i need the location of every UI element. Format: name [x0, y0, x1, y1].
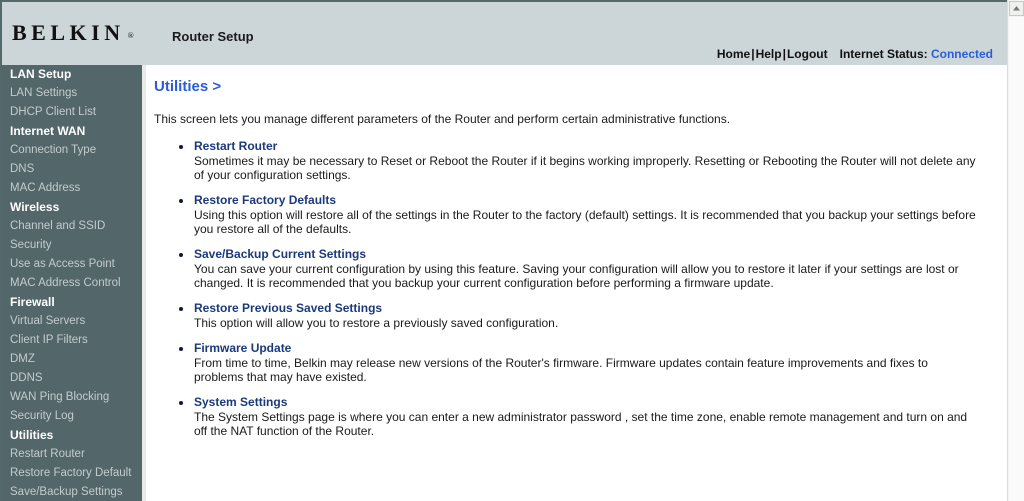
sidebar-group-utilities: Utilities [10, 428, 54, 442]
sidebar-group-firewall: Firewall [10, 295, 55, 309]
scrollbar-track[interactable] [1009, 17, 1024, 501]
internet-status-value: Connected [930, 47, 993, 61]
breadcrumb-arrow-icon: > [212, 78, 222, 95]
utility-description: You can save your current configuration … [194, 262, 959, 290]
bullet-dot-icon [179, 347, 183, 351]
utility-heading-restart-router[interactable]: Restart Router [194, 139, 977, 153]
scroll-up-button[interactable] [1009, 1, 1024, 16]
sidebar-item-client-ip-filters[interactable]: Client IP Filters [2, 331, 142, 350]
list-item: Restart Router Sometimes it may be neces… [146, 139, 1007, 182]
utility-heading-system-settings[interactable]: System Settings [194, 395, 977, 409]
page-title: Utilities > [154, 79, 1007, 94]
utility-description: The System Settings page is where you ca… [194, 410, 968, 438]
list-item: Restore Previous Saved Settings This opt… [146, 301, 1007, 330]
page-title-text: Utilities [154, 78, 209, 95]
sidebar-group-wireless: Wireless [10, 200, 60, 214]
utility-heading-restore-factory-defaults[interactable]: Restore Factory Defaults [194, 193, 977, 207]
list-item: Firmware Update From time to time, Belki… [146, 341, 1007, 384]
list-item: System Settings The System Settings page… [146, 395, 1007, 438]
utility-description: Sometimes it may be necessary to Reset o… [194, 154, 976, 182]
page-intro-text: This screen lets you manage different pa… [154, 112, 731, 126]
sidebar-item-dmz[interactable]: DMZ [2, 350, 142, 369]
sidebar-item-security[interactable]: Security [2, 236, 142, 255]
sidebar-item-save-backup-settings[interactable]: Save/Backup Settings [2, 483, 142, 501]
logout-link[interactable]: Logout [787, 47, 828, 61]
bullet-dot-icon [179, 401, 183, 405]
help-link[interactable]: Help [756, 47, 782, 61]
chevron-up-icon [1013, 6, 1020, 11]
bullet-dot-icon [179, 253, 183, 257]
belkin-logo: BELKIN ® [12, 22, 134, 44]
sidebar-item-lan-settings[interactable]: LAN Settings [2, 84, 142, 103]
utility-heading-firmware-update[interactable]: Firmware Update [194, 341, 977, 355]
sidebar-group-internet-wan: Internet WAN [10, 124, 86, 138]
sidebar-item-restart-router[interactable]: Restart Router [2, 445, 142, 464]
list-item: Restore Factory Defaults Using this opti… [146, 193, 1007, 236]
sidebar-item-restore-factory-default[interactable]: Restore Factory Default [2, 464, 142, 483]
utility-description: This option will allow you to restore a … [194, 316, 559, 330]
sidebar-item-mac-address[interactable]: MAC Address [2, 179, 142, 198]
bullet-dot-icon [179, 145, 183, 149]
sidebar-item-virtual-servers[interactable]: Virtual Servers [2, 312, 142, 331]
vertical-scrollbar[interactable] [1007, 0, 1024, 501]
sidebar-item-security-log[interactable]: Security Log [2, 407, 142, 426]
nav-separator-1: | [751, 47, 755, 61]
sidebar-item-connection-type[interactable]: Connection Type [2, 141, 142, 160]
utility-heading-restore-previous-saved-settings[interactable]: Restore Previous Saved Settings [194, 301, 977, 315]
page-header: BELKIN ® Router Setup Home|Help|Logout Int… [0, 0, 1007, 65]
sidebar-item-ddns[interactable]: DDNS [2, 369, 142, 388]
sidebar-item-dns[interactable]: DNS [2, 160, 142, 179]
sidebar-item-channel-and-ssid[interactable]: Channel and SSID [2, 217, 142, 236]
nav-separator-2: | [782, 47, 786, 61]
utilities-list: Restart Router Sometimes it may be neces… [146, 139, 1007, 438]
utility-description: Using this option will restore all of th… [194, 208, 976, 236]
sidebar-nav[interactable]: LAN Setup LAN Settings DHCP Client List … [0, 65, 142, 501]
header-nav-links: Home|Help|Logout Internet Status: Connect… [717, 48, 993, 60]
utility-heading-save-backup-current-settings[interactable]: Save/Backup Current Settings [194, 247, 977, 261]
sidebar-item-dhcp-client-list[interactable]: DHCP Client List [2, 103, 142, 122]
page-header-title: Router Setup [172, 29, 254, 44]
sidebar-item-mac-address-control[interactable]: MAC Address Control [2, 274, 142, 293]
list-item: Save/Backup Current Settings You can sav… [146, 247, 1007, 290]
utility-description: From time to time, Belkin may release ne… [194, 356, 928, 384]
registered-trademark-icon: ® [127, 31, 134, 40]
sidebar-item-wan-ping-blocking[interactable]: WAN Ping Blocking [2, 388, 142, 407]
bullet-dot-icon [179, 307, 183, 311]
main-content: Utilities > This screen lets you manage … [146, 65, 1007, 501]
belkin-logo-text: BELKIN [12, 20, 125, 45]
router-setup-page: BELKIN ® Router Setup Home|Help|Logout Int… [0, 0, 1024, 501]
sidebar-item-use-as-access-point[interactable]: Use as Access Point [2, 255, 142, 274]
home-link[interactable]: Home [717, 47, 750, 61]
internet-status-label: Internet Status: [839, 47, 928, 61]
bullet-dot-icon [179, 199, 183, 203]
sidebar-group-lan-setup: LAN Setup [10, 67, 72, 81]
